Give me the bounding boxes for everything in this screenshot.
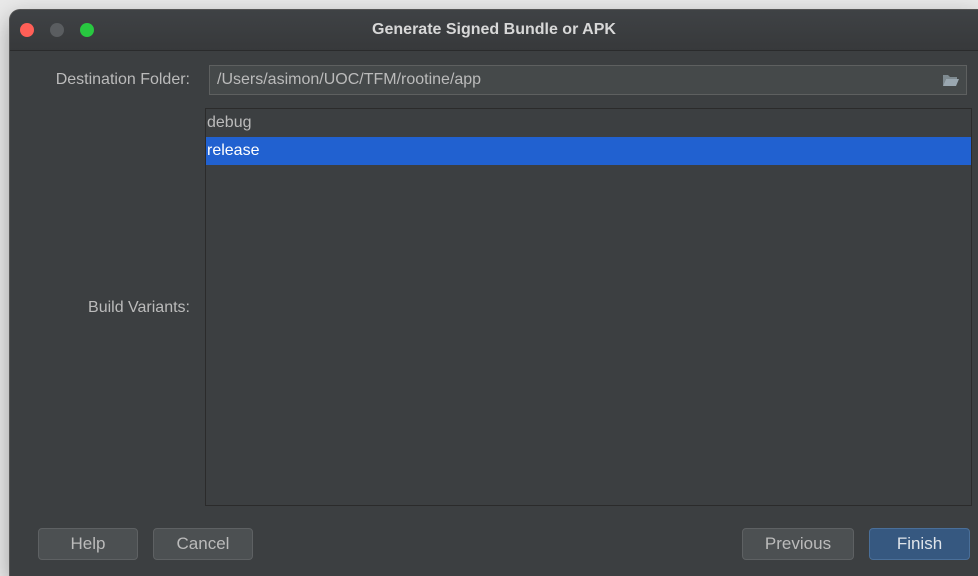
build-variants-label: Build Variants: — [88, 299, 190, 316]
cancel-button[interactable]: Cancel — [153, 528, 253, 560]
destination-folder-label: Destination Folder: — [55, 71, 190, 88]
help-button[interactable]: Help — [38, 528, 138, 560]
previous-button[interactable]: Previous — [742, 528, 854, 560]
signed-bundle-dialog: Generate Signed Bundle or APK Destinatio… — [10, 10, 978, 576]
build-variant-item-debug[interactable]: debug — [206, 109, 971, 137]
destination-folder-input[interactable] — [210, 66, 930, 94]
window-title: Generate Signed Bundle or APK — [372, 21, 616, 38]
title-bar[interactable]: Generate Signed Bundle or APK — [10, 10, 978, 51]
build-variants-list[interactable]: debug release — [205, 108, 972, 506]
destination-folder-field[interactable] — [209, 65, 967, 95]
build-variant-item-release[interactable]: release — [206, 137, 971, 165]
finish-button[interactable]: Finish — [869, 528, 970, 560]
folder-open-icon[interactable] — [942, 72, 960, 88]
